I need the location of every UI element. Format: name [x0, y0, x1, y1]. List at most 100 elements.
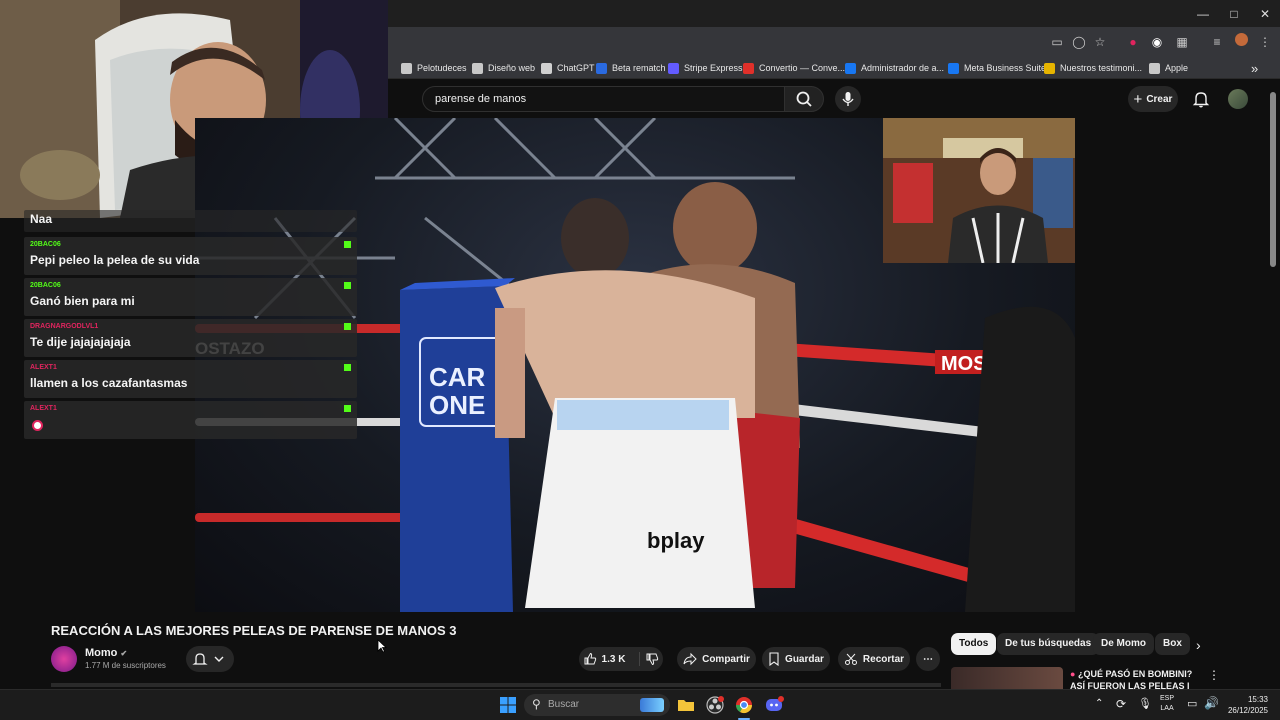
filter-chip[interactable]: De tus búsquedas: [997, 633, 1100, 655]
mouse-cursor-icon: [377, 639, 387, 653]
install-app-icon[interactable]: ▭: [1048, 33, 1066, 51]
microphone-icon: [842, 92, 854, 106]
dislike-button[interactable]: [645, 652, 659, 666]
filter-chip[interactable]: De Momo: [1093, 633, 1154, 655]
bookmark-label: Pelotudeces: [417, 63, 467, 73]
bookmark-item[interactable]: Pelotudeces: [401, 60, 467, 76]
network-icon[interactable]: ▭: [1187, 697, 1197, 710]
file-explorer-icon[interactable]: [676, 695, 696, 715]
search-input[interactable]: parense de manos: [435, 93, 526, 105]
bookmark-label: Diseño web: [488, 63, 536, 73]
notifications-button[interactable]: [1191, 89, 1211, 109]
bookmark-item[interactable]: Apple: [1149, 60, 1188, 76]
minimize-button[interactable]: —: [1188, 4, 1218, 24]
tray-chevron-icon[interactable]: ⌃: [1095, 698, 1103, 709]
recommended-more-icon[interactable]: ⋮: [1208, 668, 1220, 682]
obs-icon[interactable]: [705, 695, 725, 715]
bookmark-label: Apple: [1165, 63, 1189, 73]
chat-message: 20BAC06 Ganó bien para mi: [24, 278, 357, 316]
profile-avatar-icon[interactable]: [1232, 33, 1250, 51]
subscription-bell-button[interactable]: [186, 646, 234, 672]
tray-sync-icon[interactable]: ⟳: [1116, 697, 1126, 711]
bookmark-label: Convertio — Conve...: [759, 63, 846, 73]
chat-text: llamen a los cazafantasmas: [30, 376, 188, 390]
bookmark-label: Administrador de a...: [861, 63, 945, 73]
chat-message: DRAGNARGODLVL1 Te dije jajajajajaja: [24, 319, 357, 357]
channel-avatar[interactable]: [51, 646, 77, 672]
bookmark-favicon-icon: [596, 62, 607, 74]
bookmark-item[interactable]: ChatGPT: [541, 60, 595, 76]
bookmark-item[interactable]: Stripe Express: [668, 60, 743, 76]
clip-button[interactable]: Recortar: [838, 647, 910, 671]
bookmark-star-icon[interactable]: ☆: [1091, 33, 1109, 51]
tab-search-icon[interactable]: ≡: [1208, 33, 1226, 51]
bookmark-item[interactable]: Meta Business Suite: [948, 60, 1046, 76]
filter-chip[interactable]: Box: [1155, 633, 1190, 655]
volume-icon[interactable]: 🔊: [1204, 696, 1219, 710]
extension-record-icon[interactable]: ◉: [1148, 33, 1166, 51]
recommended-video-thumbnail[interactable]: [951, 667, 1063, 689]
youtube-header: parense de manos ✕ + Crear: [388, 80, 1280, 118]
close-window-button[interactable]: ✕: [1250, 4, 1280, 24]
recommendation-chips: Todos De tus búsquedas De Momo Box: [951, 633, 1216, 655]
reactor-webcam-image: [883, 118, 1075, 263]
rope-brand-text: MOS: [941, 353, 987, 375]
bookmarks-overflow-icon[interactable]: »: [1251, 60, 1258, 76]
bookmark-item[interactable]: Beta rematch: [596, 60, 666, 76]
post-logo-text: CAR: [429, 362, 486, 392]
like-button[interactable]: 1.3 K: [583, 652, 641, 666]
share-button[interactable]: Compartir: [677, 647, 756, 671]
bookmark-favicon-icon: [668, 62, 679, 74]
account-avatar[interactable]: [1228, 89, 1248, 109]
create-button[interactable]: + Crear: [1128, 86, 1178, 112]
discord-icon[interactable]: [764, 695, 784, 715]
input-language[interactable]: ESP LAA: [1160, 694, 1174, 714]
like-dislike-group: 1.3 K: [579, 647, 663, 671]
windows-start-icon[interactable]: [498, 695, 518, 715]
chrome-icon[interactable]: [734, 695, 754, 715]
save-button[interactable]: Guardar: [762, 647, 830, 671]
search-highlight-icon: [640, 698, 664, 712]
browser-menu-icon[interactable]: ⋮: [1256, 33, 1274, 51]
share-arrow-icon: [683, 652, 697, 666]
chips-next-icon[interactable]: ›: [1196, 637, 1210, 653]
clock-time: 15:33: [1247, 695, 1268, 704]
channel-name[interactable]: Momo ✔: [85, 647, 127, 659]
voice-search-button[interactable]: [835, 86, 861, 112]
language-code: ESP: [1160, 695, 1175, 702]
chat-overlay: Naa 20BAC06 Pepi peleo la pelea de su vida…: [24, 210, 357, 439]
verified-icon: ✔: [120, 649, 128, 658]
post-logo-text-2: ONE: [429, 390, 485, 420]
bookmark-item[interactable]: Diseño web: [472, 60, 535, 76]
chat-text: Ganó bien para mi: [30, 294, 135, 308]
page-scrollbar[interactable]: [1270, 92, 1276, 267]
maximize-button[interactable]: □: [1219, 4, 1249, 24]
filter-chip[interactable]: Todos: [951, 633, 997, 655]
subscriber-count: 1.77 M de suscriptores: [85, 661, 166, 670]
taskbar-search[interactable]: ⚲ Buscar: [524, 694, 670, 716]
kick-badge-icon: [344, 405, 351, 412]
bookmark-item[interactable]: Administrador de a...: [845, 60, 944, 76]
extension-red-icon[interactable]: ●: [1124, 33, 1142, 51]
chat-text: Naa: [30, 212, 53, 226]
create-label: Crear: [1146, 93, 1173, 105]
chat-text: Te dije jajajajajaja: [30, 335, 131, 349]
system-clock[interactable]: 15:33 26/12/2025: [1228, 694, 1268, 716]
plus-icon: +: [1133, 90, 1143, 108]
hide-eye-icon[interactable]: ◯: [1070, 33, 1088, 51]
emote-icon: [32, 420, 43, 431]
shorts-brand-text: bplay: [647, 528, 705, 553]
tray-mic-icon[interactable]: 🎙: [1138, 697, 1152, 710]
bookmark-item[interactable]: Nuestros testimoni...: [1044, 60, 1142, 76]
more-actions-button[interactable]: ⋯: [916, 647, 940, 671]
bookmark-item[interactable]: Convertio — Conve...: [743, 60, 845, 76]
like-count: 1.3 K: [601, 653, 626, 665]
extensions-puzzle-icon[interactable]: ▦: [1173, 33, 1191, 51]
search-box[interactable]: parense de manos ✕: [422, 86, 812, 112]
kick-badge-icon: [344, 282, 351, 289]
more-horizontal-icon: ⋯: [923, 653, 933, 665]
chat-message: ALEXT1 llamen a los cazafantasmas: [24, 360, 357, 398]
comments-divider: [51, 683, 941, 687]
search-button[interactable]: [784, 86, 824, 112]
keyboard-layout: LAA: [1160, 705, 1174, 712]
